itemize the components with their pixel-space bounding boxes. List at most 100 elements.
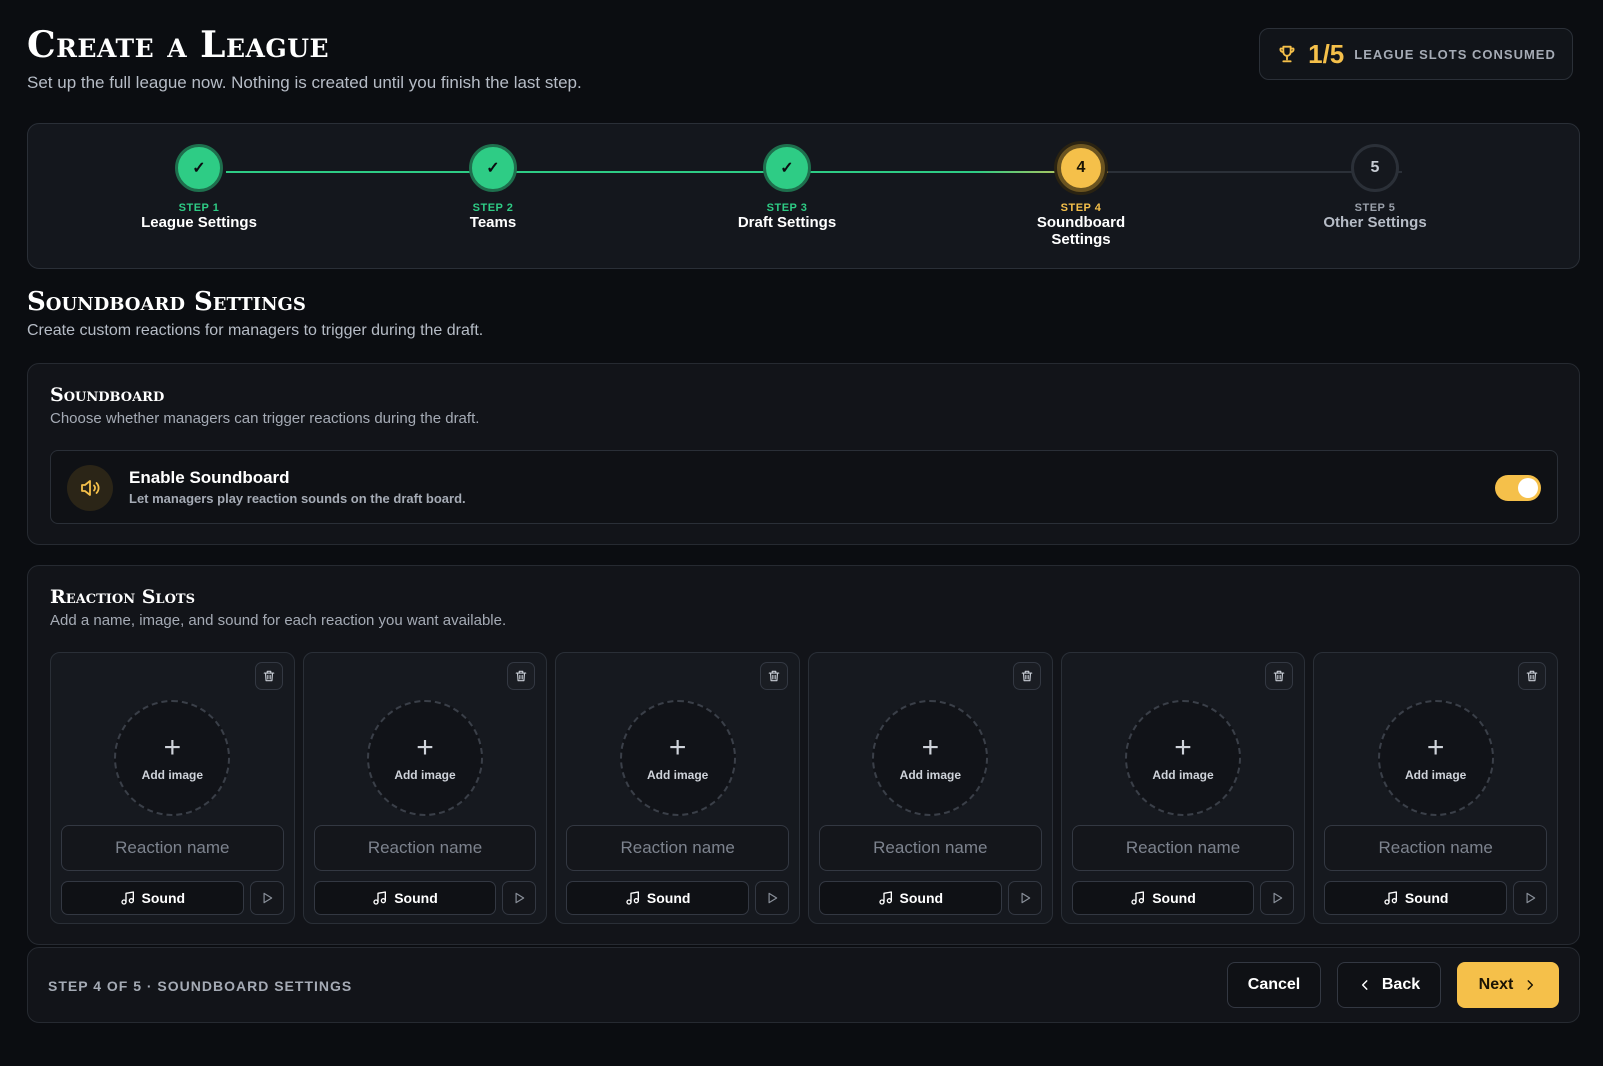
trash-icon	[263, 670, 274, 682]
soundboard-card: Soundboard Choose whether managers can t…	[27, 363, 1580, 545]
next-button[interactable]: Next	[1457, 962, 1559, 1008]
reaction-name-input[interactable]	[1071, 825, 1295, 871]
next-label: Next	[1478, 976, 1514, 993]
step-league-settings[interactable]: ✓ STEP 1 League Settings	[119, 144, 279, 231]
step-name: Teams	[469, 214, 517, 231]
step-number: STEP 5	[1354, 202, 1396, 214]
play-sound-button[interactable]	[755, 881, 789, 915]
sound-label: Sound	[1404, 890, 1449, 906]
section-title: Soundboard Settings	[27, 287, 306, 317]
delete-slot-button[interactable]	[507, 662, 536, 690]
reaction-slot: + Add image Sound	[50, 652, 295, 924]
check-icon: ✓	[763, 144, 811, 192]
reaction-slot: + Add image Sound	[1313, 652, 1558, 924]
reaction-slot: + Add image Sound	[302, 652, 548, 924]
back-button[interactable]: Back	[1337, 962, 1441, 1008]
sound-label: Sound	[141, 890, 186, 906]
delete-slot-button[interactable]	[1265, 662, 1294, 690]
trash-icon	[516, 670, 527, 682]
delete-slot-button[interactable]	[1012, 662, 1041, 690]
chevron-left-icon	[1361, 980, 1368, 990]
reaction-name-input[interactable]	[819, 825, 1042, 871]
back-label: Back	[1381, 976, 1421, 993]
add-image-button[interactable]: + Add image	[619, 700, 736, 816]
add-image-button[interactable]: + Add image	[1124, 700, 1241, 816]
delete-slot-button[interactable]	[1518, 662, 1546, 690]
sound-label: Sound	[394, 890, 438, 906]
music-note-icon	[1384, 891, 1397, 905]
plus-icon: +	[416, 731, 434, 764]
league-slots-badge: 1/5 LEAGUE SLOTS CONSUMED	[1259, 28, 1573, 80]
reaction-name-input[interactable]	[1324, 825, 1547, 871]
plus-icon: +	[668, 731, 687, 764]
play-icon	[263, 892, 272, 904]
reaction-slot: + Add image Sound	[808, 652, 1053, 924]
play-sound-button[interactable]	[1007, 881, 1042, 915]
step-number: STEP 4	[1060, 202, 1102, 214]
add-image-button[interactable]: + Add image	[366, 700, 483, 816]
reaction-slot: + Add image Sound	[555, 652, 800, 924]
step-number: STEP 2	[472, 202, 514, 214]
check-icon: ✓	[175, 144, 223, 192]
reaction-slots-title: Reaction Slots	[50, 586, 195, 608]
reaction-name-input[interactable]	[313, 825, 537, 871]
play-sound-button[interactable]	[249, 881, 284, 915]
music-note-icon	[878, 891, 892, 905]
sound-label: Sound	[646, 890, 691, 906]
step-other-settings[interactable]: 5 STEP 5 Other Settings	[1295, 144, 1455, 231]
footer-status: STEP 4 OF 5 · SOUNDBOARD SETTINGS	[48, 978, 353, 994]
play-icon	[1273, 892, 1283, 904]
create-league-page: Create a League Set up the full league n…	[0, 0, 1603, 1066]
reaction-slots-card: Reaction Slots Add a name, image, and so…	[27, 565, 1580, 945]
trash-icon	[1021, 670, 1032, 682]
toggle-title: Enable Soundboard	[129, 468, 290, 487]
sound-upload-button[interactable]: Sound	[1071, 881, 1255, 915]
add-image-button[interactable]: + Add image	[872, 700, 989, 816]
step-indicator: 5	[1351, 144, 1399, 192]
cancel-button[interactable]: Cancel	[1227, 962, 1321, 1008]
sound-upload-button[interactable]: Sound	[61, 881, 244, 915]
step-name: Other Settings	[1323, 214, 1427, 231]
sound-upload-button[interactable]: Sound	[313, 881, 497, 915]
step-indicator: 4	[1057, 144, 1105, 192]
reaction-name-input[interactable]	[566, 825, 789, 871]
delete-slot-button[interactable]	[254, 662, 283, 690]
play-icon	[768, 892, 778, 904]
plus-icon: +	[1426, 731, 1445, 764]
stepper: ✓ STEP 1 League Settings ✓ STEP 2 Teams …	[27, 123, 1580, 269]
step-soundboard-settings[interactable]: 4 STEP 4 Soundboard Settings	[1016, 144, 1146, 248]
add-image-label: Add image	[1404, 768, 1467, 782]
reaction-name-input[interactable]	[61, 825, 284, 871]
play-sound-button[interactable]	[1513, 881, 1547, 915]
sound-label: Sound	[1152, 890, 1196, 906]
toggle-description: Let managers play reaction sounds on the…	[129, 491, 466, 506]
plus-icon: +	[163, 731, 182, 764]
play-sound-button[interactable]	[1260, 881, 1295, 915]
cancel-label: Cancel	[1247, 976, 1301, 993]
add-image-button[interactable]: + Add image	[114, 700, 231, 816]
trophy-icon	[1279, 45, 1295, 63]
music-note-icon	[1131, 891, 1145, 905]
step-teams[interactable]: ✓ STEP 2 Teams	[413, 144, 573, 231]
play-sound-button[interactable]	[502, 881, 537, 915]
slots-label: LEAGUE SLOTS CONSUMED	[1354, 46, 1556, 62]
reaction-slots-grid: + Add image Sound + Add image Sound + Add image…	[50, 652, 1558, 924]
sound-upload-button[interactable]: Sound	[1324, 881, 1507, 915]
step-draft-settings[interactable]: ✓ STEP 3 Draft Settings	[707, 144, 867, 231]
section-subtitle: Create custom reactions for managers to …	[27, 322, 484, 339]
plus-icon: +	[921, 731, 940, 764]
delete-slot-button[interactable]	[760, 662, 788, 690]
add-image-label: Add image	[646, 768, 709, 782]
sound-upload-button[interactable]: Sound	[819, 881, 1002, 915]
step-name: League Settings	[141, 214, 257, 231]
wizard-footer: STEP 4 OF 5 · SOUNDBOARD SETTINGS Cancel…	[27, 947, 1580, 1023]
sound-label: Sound	[899, 890, 944, 906]
music-note-icon	[626, 891, 639, 905]
enable-soundboard-toggle[interactable]	[1495, 475, 1541, 501]
enable-soundboard-row: Enable Soundboard Let managers play reac…	[50, 450, 1558, 524]
sound-upload-button[interactable]: Sound	[566, 881, 749, 915]
toggle-knob	[1518, 478, 1538, 498]
trash-icon	[768, 670, 780, 682]
add-image-button[interactable]: + Add image	[1377, 700, 1494, 816]
play-icon	[1526, 892, 1536, 904]
